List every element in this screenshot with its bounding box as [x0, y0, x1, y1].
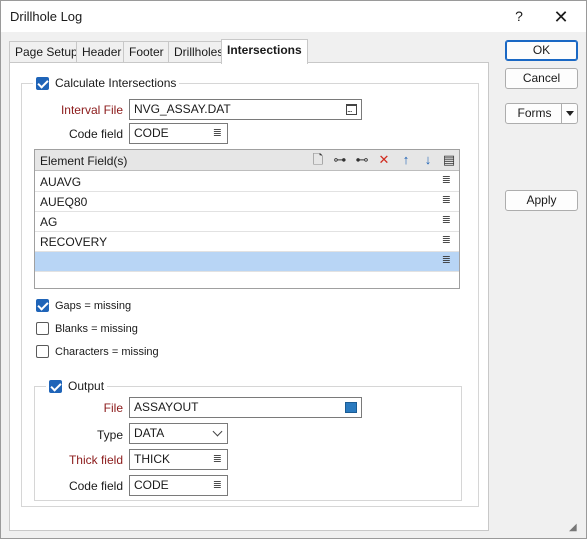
output-code-field-value: CODE: [134, 478, 169, 492]
code-field-input[interactable]: CODE ≣: [129, 123, 228, 144]
type-label: Type: [96, 428, 123, 442]
interval-file-input[interactable]: NVG_ASSAY.DAT: [129, 99, 362, 120]
calculate-intersections-checkbox[interactable]: [36, 76, 49, 90]
list-icon[interactable]: ≣: [213, 450, 222, 469]
table-row[interactable]: AG ≣: [35, 212, 459, 232]
calculate-intersections-header: Calculate Intersections: [33, 76, 180, 90]
output-code-field-input[interactable]: CODE ≣: [129, 475, 228, 496]
move-up-icon[interactable]: ↑: [399, 153, 413, 167]
output-file-value: ASSAYOUT: [134, 400, 199, 414]
table-view-icon[interactable]: ▤: [442, 153, 456, 167]
characters-checkbox[interactable]: [36, 345, 49, 358]
append-row-icon[interactable]: ⊷: [355, 153, 369, 167]
list-icon[interactable]: ≣: [213, 124, 222, 143]
list-icon[interactable]: ≣: [442, 233, 451, 246]
element-cell: AG: [40, 215, 58, 229]
gaps-option[interactable]: Gaps = missing: [36, 299, 131, 312]
thick-field-label: Thick field: [68, 453, 123, 467]
tab-intersections[interactable]: Intersections: [221, 39, 308, 64]
browse-icon[interactable]: [346, 100, 357, 119]
output-header: Output: [46, 379, 108, 393]
close-button[interactable]: ✕: [549, 6, 573, 28]
calculate-intersections-label: Calculate Intersections: [55, 76, 177, 90]
code-field-label: Code field: [68, 127, 123, 141]
output-file-label: File: [103, 401, 123, 415]
title-bar: Drillhole Log ? ✕: [1, 1, 586, 32]
code-field-value: CODE: [134, 126, 169, 140]
tab-page-setup[interactable]: Page Setup: [9, 41, 84, 63]
thick-field-input[interactable]: THICK ≣: [129, 449, 228, 470]
element-fields-header: Element Field(s) 🗋 ⊶ ⊷ ✕ ↑ ↓ ▤: [35, 150, 459, 171]
output-file-input[interactable]: ASSAYOUT: [129, 397, 362, 418]
table-row[interactable]: RECOVERY ≣: [35, 232, 459, 252]
table-row[interactable]: AUEQ80 ≣: [35, 192, 459, 212]
list-icon[interactable]: ≣: [442, 193, 451, 206]
interval-file-value: NVG_ASSAY.DAT: [134, 102, 231, 116]
output-code-field-label: Code field: [68, 479, 123, 493]
list-icon[interactable]: ≣: [213, 476, 222, 495]
resize-grip-icon[interactable]: ◢: [569, 522, 577, 533]
tab-header[interactable]: Header: [76, 41, 128, 63]
list-icon[interactable]: ≣: [442, 213, 451, 226]
chevron-down-icon[interactable]: [212, 426, 223, 437]
element-fields-title: Element Field(s): [40, 154, 128, 168]
characters-option[interactable]: Characters = missing: [36, 345, 159, 358]
dialog-window: Drillhole Log ? ✕ Page Setup Header Foot…: [0, 0, 587, 539]
forms-button-label: Forms: [517, 106, 552, 120]
delete-row-icon[interactable]: ✕: [377, 153, 391, 167]
output-label: Output: [68, 379, 105, 393]
type-select[interactable]: DATA: [129, 423, 228, 444]
table-row-selected[interactable]: ≣: [35, 252, 459, 272]
insert-row-icon[interactable]: ⊶: [333, 153, 347, 167]
table-row[interactable]: AUAVG ≣: [35, 172, 459, 192]
window-title: Drillhole Log: [10, 9, 83, 24]
blanks-checkbox[interactable]: [36, 322, 49, 335]
gaps-checkbox[interactable]: [36, 299, 49, 312]
output-checkbox[interactable]: [49, 379, 62, 393]
blanks-option[interactable]: Blanks = missing: [36, 322, 138, 335]
help-button[interactable]: ?: [509, 8, 529, 24]
type-value: DATA: [134, 426, 165, 440]
forms-dropdown-icon[interactable]: [561, 104, 577, 123]
interval-file-label: Interval File: [60, 103, 123, 117]
list-icon[interactable]: ≣: [442, 173, 451, 186]
blanks-label: Blanks = missing: [55, 322, 138, 335]
list-icon[interactable]: ≣: [442, 253, 451, 266]
characters-label: Characters = missing: [55, 345, 159, 358]
thick-field-value: THICK: [134, 452, 170, 466]
cancel-button[interactable]: Cancel: [505, 68, 578, 89]
element-cell: AUEQ80: [40, 195, 88, 209]
new-row-icon[interactable]: 🗋: [311, 153, 325, 167]
element-cell: RECOVERY: [40, 235, 108, 249]
forms-button[interactable]: Forms: [505, 103, 578, 124]
ok-button[interactable]: OK: [505, 40, 578, 61]
gaps-label: Gaps = missing: [55, 299, 132, 312]
element-cell: AUAVG: [40, 175, 82, 189]
tab-footer[interactable]: Footer: [123, 41, 170, 63]
move-down-icon[interactable]: ↓: [421, 153, 435, 167]
element-fields-grid: Element Field(s) 🗋 ⊶ ⊷ ✕ ↑ ↓ ▤ AUAVG ≣ A…: [34, 149, 460, 289]
apply-button[interactable]: Apply: [505, 190, 578, 211]
color-picker-icon[interactable]: [345, 402, 357, 413]
